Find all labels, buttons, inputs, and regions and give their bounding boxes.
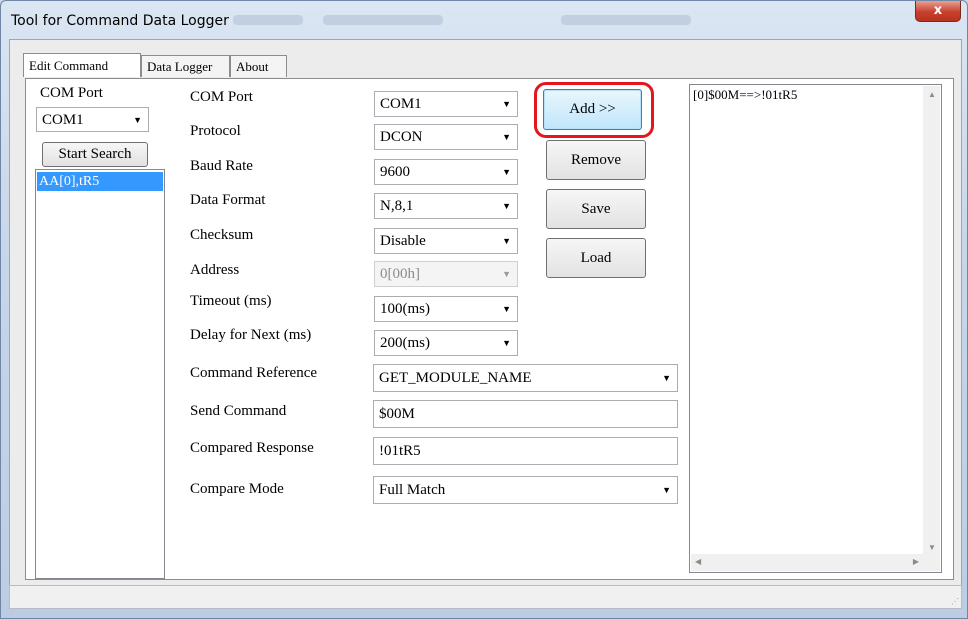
chevron-down-icon: ▼ (502, 236, 511, 246)
blurred-background (561, 15, 691, 25)
send-command-input[interactable]: $00M (373, 400, 678, 428)
delay-label: Delay for Next (ms) (190, 327, 312, 343)
timeout-value: 100(ms) (380, 301, 430, 317)
baud-rate-select[interactable]: 9600 ▼ (374, 159, 518, 185)
chevron-down-icon: ▼ (502, 201, 511, 211)
chevron-down-icon: ▼ (502, 167, 511, 177)
chevron-down-icon: ▼ (133, 115, 142, 125)
chevron-down-icon: ▼ (502, 269, 511, 279)
command-list[interactable]: [0]$00M==>!01tR5 ▲ ▼ ◀ ▶ (689, 84, 942, 573)
scroll-left-icon[interactable]: ◀ (695, 557, 701, 566)
list-item[interactable]: [0]$00M==>!01tR5 (691, 85, 940, 104)
send-command-label: Send Command (190, 403, 287, 419)
left-com-port-label: COM Port (40, 85, 103, 101)
save-button[interactable]: Save (546, 189, 646, 229)
add-button[interactable]: Add >> (543, 89, 642, 130)
start-search-button[interactable]: Start Search (42, 142, 148, 167)
data-format-label: Data Format (190, 192, 266, 208)
left-com-port-select[interactable]: COM1 ▼ (36, 107, 149, 132)
com-port-value: COM1 (380, 96, 422, 112)
timeout-label: Timeout (ms) (190, 293, 272, 309)
baud-rate-value: 9600 (380, 164, 410, 180)
protocol-select[interactable]: DCON ▼ (374, 124, 518, 150)
checksum-label: Checksum (190, 227, 254, 243)
blurred-background (323, 15, 443, 25)
data-format-select[interactable]: N,8,1 ▼ (374, 193, 518, 219)
app-window: Tool for Command Data Logger x Edit Comm… (0, 0, 968, 619)
compare-mode-value: Full Match (379, 482, 446, 498)
scroll-corner (923, 554, 940, 571)
title-bar[interactable]: Tool for Command Data Logger x (1, 1, 967, 39)
chevron-down-icon: ▼ (502, 132, 511, 142)
baud-rate-label: Baud Rate (190, 158, 253, 174)
compare-mode-label: Compare Mode (190, 481, 284, 497)
com-port-select[interactable]: COM1 ▼ (374, 91, 518, 117)
com-port-label: COM Port (190, 89, 253, 105)
compared-response-label: Compared Response (190, 440, 314, 456)
close-button[interactable]: x (915, 1, 961, 22)
scroll-down-icon[interactable]: ▼ (928, 543, 936, 552)
tab-about[interactable]: About (230, 55, 287, 77)
timeout-select[interactable]: 100(ms) ▼ (374, 296, 518, 322)
checksum-value: Disable (380, 233, 426, 249)
address-label: Address (190, 262, 240, 278)
chevron-down-icon: ▼ (502, 338, 511, 348)
tab-edit-command[interactable]: Edit Command (23, 53, 141, 77)
status-bar: ⋰ (9, 585, 962, 609)
address-value: 0[00h] (380, 266, 420, 282)
compare-mode-select[interactable]: Full Match ▼ (373, 476, 678, 504)
chevron-down-icon: ▼ (662, 373, 671, 383)
scroll-right-icon[interactable]: ▶ (913, 557, 919, 566)
tab-data-logger[interactable]: Data Logger (141, 55, 230, 77)
delay-select[interactable]: 200(ms) ▼ (374, 330, 518, 356)
data-format-value: N,8,1 (380, 198, 414, 214)
chevron-down-icon: ▼ (502, 304, 511, 314)
remove-button[interactable]: Remove (546, 140, 646, 180)
command-reference-select[interactable]: GET_MODULE_NAME ▼ (373, 364, 678, 392)
command-reference-label: Command Reference (190, 365, 318, 381)
address-select: 0[00h] ▼ (374, 261, 518, 287)
vertical-scrollbar[interactable]: ▲ ▼ (923, 86, 940, 554)
chevron-down-icon: ▼ (662, 485, 671, 495)
protocol-label: Protocol (190, 123, 241, 139)
close-icon: x (933, 3, 943, 18)
compared-response-input[interactable]: !01tR5 (373, 437, 678, 465)
protocol-value: DCON (380, 129, 423, 145)
window-title: Tool for Command Data Logger (11, 13, 229, 29)
load-button[interactable]: Load (546, 238, 646, 278)
list-item[interactable]: AA[0],tR5 (37, 172, 163, 191)
module-list[interactable]: AA[0],tR5 (35, 169, 165, 579)
scroll-up-icon[interactable]: ▲ (928, 90, 936, 99)
horizontal-scrollbar[interactable]: ◀ ▶ (691, 554, 923, 571)
chevron-down-icon: ▼ (502, 99, 511, 109)
checksum-select[interactable]: Disable ▼ (374, 228, 518, 254)
blurred-background (233, 15, 303, 25)
delay-value: 200(ms) (380, 335, 430, 351)
resize-grip-icon[interactable]: ⋰ (951, 597, 959, 606)
command-reference-value: GET_MODULE_NAME (379, 370, 532, 386)
